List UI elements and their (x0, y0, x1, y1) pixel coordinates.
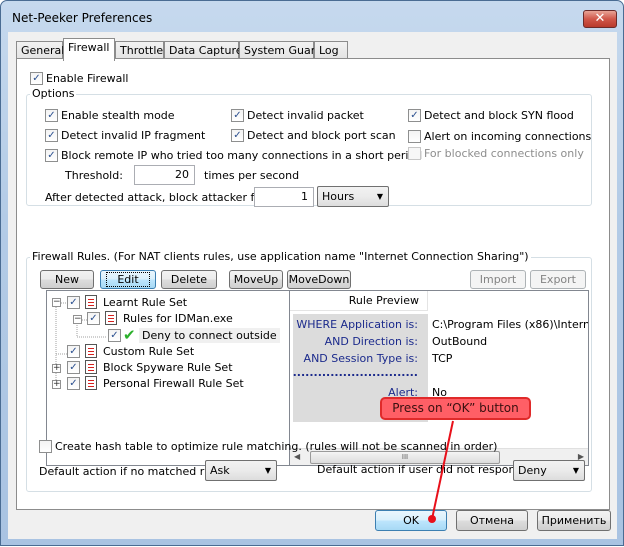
preview-separator: .............................. (292, 366, 418, 379)
tree-node-label: Custom Rule Set (103, 345, 195, 358)
syn-flood-label: Detect and block SYN flood (424, 109, 574, 122)
tree-node-checkbox[interactable]: ✓ (67, 296, 80, 309)
default-no-response-value: Deny (518, 464, 547, 477)
tree-node-checkbox[interactable]: ✓ (67, 361, 80, 374)
default-no-match-label: Default action if no matched rule: (39, 465, 225, 478)
chevron-down-icon: ▼ (572, 466, 579, 475)
blocked-only-checkbox[interactable] (408, 147, 421, 160)
stealth-mode-label: Enable stealth mode (61, 109, 175, 122)
preview-key: AND Direction is: (324, 335, 418, 348)
hash-table-checkbox[interactable] (39, 440, 52, 453)
tree-node-checkbox[interactable]: ✓ (108, 329, 121, 342)
collapse-icon[interactable]: − (73, 315, 82, 324)
port-scan-checkbox[interactable]: ✓ (231, 129, 244, 142)
preview-value: TCP (432, 352, 453, 365)
ok-button[interactable]: OK (375, 510, 447, 531)
alert-incoming-label: Alert on incoming connections (424, 130, 592, 143)
threshold-unit-label: times per second (204, 169, 300, 182)
blocked-only-label: For blocked connections only (424, 147, 584, 160)
rule-set-icon (83, 376, 97, 393)
rule-set-icon (83, 295, 97, 312)
default-no-response-label: Default action if user did not response: (317, 463, 532, 476)
import-button[interactable]: Import (470, 270, 526, 289)
tree-node-checkbox[interactable]: ✓ (87, 312, 100, 325)
dialog-client: General Firewall Throttle Data Capture S… (8, 32, 617, 539)
collapse-icon[interactable]: − (52, 298, 61, 307)
block-for-input[interactable]: 1 (254, 187, 314, 207)
delete-rule-button[interactable]: Delete (161, 270, 217, 289)
preview-value: OutBound (432, 335, 488, 348)
export-button[interactable]: Export (530, 270, 586, 289)
tree-node-label: Deny to connect outside (139, 328, 280, 343)
syn-flood-checkbox[interactable]: ✓ (408, 109, 421, 122)
expand-icon[interactable]: + (52, 364, 61, 373)
tree-node-label: Personal Firewall Rule Set (103, 377, 244, 390)
block-for-label: After detected attack, block attacker fo… (45, 191, 266, 204)
edit-rule-button[interactable]: Edit (100, 270, 156, 289)
preview-key: AND Session Type is: (303, 352, 418, 365)
invalid-ip-fragment-checkbox[interactable]: ✓ (45, 129, 58, 142)
block-for-unit-value: Hours (322, 190, 355, 203)
hash-table-label: Create hash table to optimize rule match… (55, 440, 498, 453)
threshold-label: Threshold: (65, 169, 123, 182)
tree-node-checkbox[interactable]: ✓ (67, 345, 80, 358)
default-no-match-value: Ask (210, 464, 230, 477)
enable-firewall-checkbox[interactable]: ✓ (30, 72, 43, 85)
move-up-button[interactable]: MoveUp (229, 270, 283, 289)
invalid-packet-checkbox[interactable]: ✓ (231, 109, 244, 122)
alert-incoming-checkbox[interactable] (408, 130, 421, 143)
chevron-down-icon: ▼ (376, 192, 383, 201)
allow-check-icon: ✔ (123, 326, 136, 344)
block-remote-ip-checkbox[interactable]: ✓ (45, 149, 58, 162)
rules-group-label: Firewall Rules. (For NAT clients rules, … (30, 250, 531, 263)
scroll-left-icon[interactable]: ◀ (294, 452, 300, 461)
block-for-unit-select[interactable]: Hours ▼ (317, 186, 389, 207)
new-rule-button[interactable]: New (40, 270, 94, 289)
expand-icon[interactable]: + (52, 380, 61, 389)
edit-rule-label: Edit (106, 272, 150, 287)
apply-button[interactable]: Применить (537, 510, 611, 531)
chevron-down-icon: ▼ (264, 466, 271, 475)
tree-node-checkbox[interactable]: ✓ (67, 377, 80, 390)
threshold-input[interactable]: 20 (134, 165, 195, 185)
rule-preview-header: Rule Preview (290, 291, 428, 311)
invalid-ip-fragment-label: Detect invalid IP fragment (61, 129, 206, 142)
options-group-label: Options (30, 87, 77, 100)
invalid-packet-label: Detect invalid packet (247, 109, 364, 122)
port-scan-label: Detect and block port scan (247, 129, 396, 142)
default-no-response-select[interactable]: Deny ▼ (513, 460, 585, 481)
tree-node-label: Block Spyware Rule Set (103, 361, 233, 374)
preview-key: WHERE Application is: (296, 318, 418, 331)
default-no-match-select[interactable]: Ask ▼ (205, 460, 277, 481)
rule-set-icon (103, 311, 117, 328)
block-remote-ip-label: Block remote IP who tried too many conne… (61, 149, 423, 162)
move-down-button[interactable]: MoveDown (287, 270, 351, 289)
annotation-callout: Press on “OK” button (380, 397, 531, 420)
rule-set-icon (83, 344, 97, 361)
rule-set-icon (83, 360, 97, 377)
enable-firewall-label: Enable Firewall (46, 72, 129, 85)
stealth-mode-checkbox[interactable]: ✓ (45, 109, 58, 122)
tab-firewall[interactable]: Firewall (63, 38, 115, 61)
close-button[interactable]: ✕ (583, 10, 617, 28)
window-title: Net-Peeker Preferences (12, 11, 153, 25)
preview-value: C:\Program Files (x86)\Internet (432, 318, 589, 331)
tree-node-label: Rules for IDMan.exe (123, 312, 233, 325)
preferences-window: Net-Peeker Preferences ✕ General Firewal… (0, 0, 624, 546)
cancel-button[interactable]: Отмена (456, 510, 528, 531)
tree-node-label: Learnt Rule Set (103, 296, 188, 309)
